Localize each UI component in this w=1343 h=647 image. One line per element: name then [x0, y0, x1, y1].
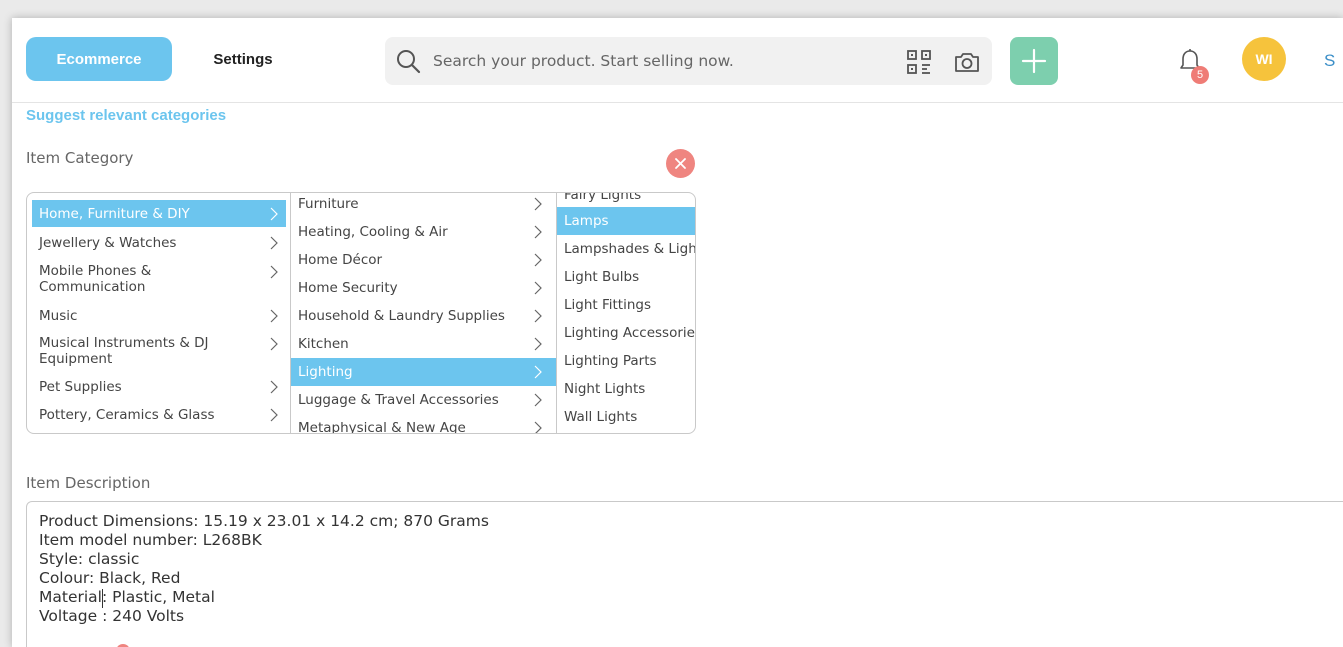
category-level1-item[interactable]: Pottery, Ceramics & Glass [32, 401, 286, 428]
category-level2-item[interactable]: Kitchen [291, 330, 556, 358]
category-picker: Home, Furniture & DIY Jewellery & Watches… [26, 192, 696, 434]
category-level2-item-label: Home Décor [298, 252, 383, 268]
category-level3-item-label: Light Fittings [564, 297, 652, 313]
category-level2-item[interactable]: Metaphysical & New Age [291, 414, 556, 434]
category-level1-item-label: Pottery, Ceramics & Glass [39, 406, 215, 423]
top-bar: Ecommerce Settings Search your product. … [12, 18, 1343, 103]
category-level2-item-label: Luggage & Travel Accessories [298, 392, 499, 408]
add-button[interactable] [1010, 37, 1058, 85]
chevron-right-icon [534, 365, 542, 379]
category-level3-item[interactable]: Fairy Lights [557, 193, 695, 207]
close-icon [675, 158, 686, 169]
category-level3-item-label: Fairy Lights [564, 193, 642, 203]
category-level3-item[interactable]: Wall Lights [557, 403, 695, 431]
search-bar [385, 37, 992, 85]
chevron-right-icon [534, 197, 542, 211]
qr-code-icon[interactable] [906, 49, 932, 75]
category-level2-item[interactable]: Luggage & Travel Accessories [291, 386, 556, 414]
chevron-right-icon [270, 337, 278, 351]
clear-category-button[interactable] [666, 149, 695, 178]
chevron-right-icon [270, 309, 278, 322]
category-level3-item[interactable]: Lighting Parts [557, 347, 695, 375]
plus-icon [1021, 48, 1047, 74]
category-level3-item-label: Night Lights [564, 381, 646, 397]
category-level1-item[interactable]: Musical Instruments & DJ Equipment [32, 329, 286, 372]
category-level2-item-label: Home Security [298, 280, 398, 296]
category-level2-item-label: Lighting [298, 364, 353, 380]
description-line: Item model number: L268BK [39, 531, 262, 549]
search-icon[interactable] [395, 48, 421, 74]
category-level1-item-label: Home, Furniture & DIY [39, 205, 190, 222]
description-line: Voltage : 240 Volts [39, 607, 185, 625]
category-level2-item[interactable]: Household & Laundry Supplies [291, 302, 556, 330]
category-level3-item[interactable]: Light Fittings [557, 291, 695, 319]
category-level1-item-label: Mobile Phones & Communication [39, 262, 152, 295]
category-level3-item[interactable]: Light Bulbs [557, 263, 695, 291]
search-input[interactable] [433, 45, 873, 77]
chevron-right-icon [270, 265, 278, 279]
category-column-level3: Fairy Lights Lamps Lampshades & Light Light… [557, 193, 696, 433]
camera-icon[interactable] [953, 49, 981, 75]
category-level3-item-label: Lampshades & Light [564, 241, 696, 257]
category-level1-item[interactable]: Music [32, 302, 286, 329]
category-level3-item[interactable]: Night Lights [557, 375, 695, 403]
chevron-right-icon [270, 408, 278, 421]
chevron-right-icon [534, 393, 542, 407]
category-level2-item-label: Metaphysical & New Age [298, 420, 466, 434]
description-line: Material: Plastic, Metal [39, 588, 215, 606]
category-level2-item[interactable]: Furniture [291, 193, 556, 218]
chevron-right-icon [534, 225, 542, 239]
category-level3-item-label: Lighting Accessories [564, 325, 696, 341]
avatar[interactable]: WI [1242, 37, 1286, 81]
item-category-label: Item Category [26, 149, 134, 167]
ecommerce-button[interactable]: Ecommerce [26, 37, 172, 81]
description-line: Product Dimensions: 15.19 x 23.01 x 14.2… [39, 512, 489, 530]
category-level1-item-label: Musical Instruments & DJ Equipment [39, 334, 209, 367]
category-level1-item[interactable]: Mobile Phones & Communication [32, 257, 286, 300]
category-level2-item-label: Kitchen [298, 336, 349, 352]
category-level2-item-label: Household & Laundry Supplies [298, 308, 505, 324]
category-level1-item-label: Pet Supplies [39, 378, 122, 395]
settings-button[interactable]: Settings [198, 37, 288, 81]
category-column-level1: Home, Furniture & DIY Jewellery & Watches… [27, 193, 291, 433]
chevron-right-icon [270, 207, 278, 220]
category-level1-item[interactable]: Pet Supplies [32, 373, 286, 400]
item-description-textarea[interactable]: Product Dimensions: 15.19 x 23.01 x 14.2… [26, 501, 1343, 647]
category-level2-item[interactable]: Lighting [291, 358, 556, 386]
chevron-right-icon [534, 281, 542, 295]
category-column-level2: Furniture Heating, Cooling & Air Home Déco… [291, 193, 557, 434]
chevron-right-icon [534, 309, 542, 323]
chevron-right-icon [534, 253, 542, 267]
text-cursor [102, 589, 103, 608]
category-level1-item[interactable]: Jewellery & Watches [32, 229, 286, 256]
chevron-right-icon [270, 380, 278, 393]
category-level2-item[interactable]: Heating, Cooling & Air [291, 218, 556, 246]
chevron-right-icon [270, 236, 278, 249]
category-level3-item-label: Wall Lights [564, 409, 638, 425]
category-level3-item-label: Light Bulbs [564, 269, 640, 285]
chevron-right-icon [534, 421, 542, 433]
category-level3-item[interactable]: Lighting Accessories [557, 319, 696, 347]
category-level2-item[interactable]: Home Décor [291, 246, 556, 274]
item-description-label: Item Description [26, 474, 151, 492]
category-level3-item-label: Lighting Parts [564, 353, 657, 369]
category-level2-item-label: Heating, Cooling & Air [298, 224, 448, 240]
category-level3-item-label: Lamps [564, 213, 609, 229]
description-line: Style: classic [39, 550, 140, 568]
description-line: Colour: Black, Red [39, 569, 181, 587]
category-level2-item[interactable]: Home Security [291, 274, 556, 302]
truncated-header-text[interactable]: S [1324, 51, 1335, 71]
category-level2-item-label: Furniture [298, 196, 359, 212]
category-level1-item[interactable]: Home, Furniture & DIY [32, 200, 286, 227]
category-level1-item-label: Music [39, 307, 78, 324]
category-level3-item[interactable]: Lamps [557, 207, 695, 235]
suggest-categories-link[interactable]: Suggest relevant categories [26, 107, 226, 124]
category-level1-item-label: Jewellery & Watches [39, 234, 177, 251]
notification-badge: 5 [1191, 66, 1209, 84]
chevron-right-icon [534, 337, 542, 351]
app-window: Ecommerce Settings Search your product. … [12, 18, 1343, 647]
category-level3-item[interactable]: Lampshades & Light [557, 235, 696, 263]
